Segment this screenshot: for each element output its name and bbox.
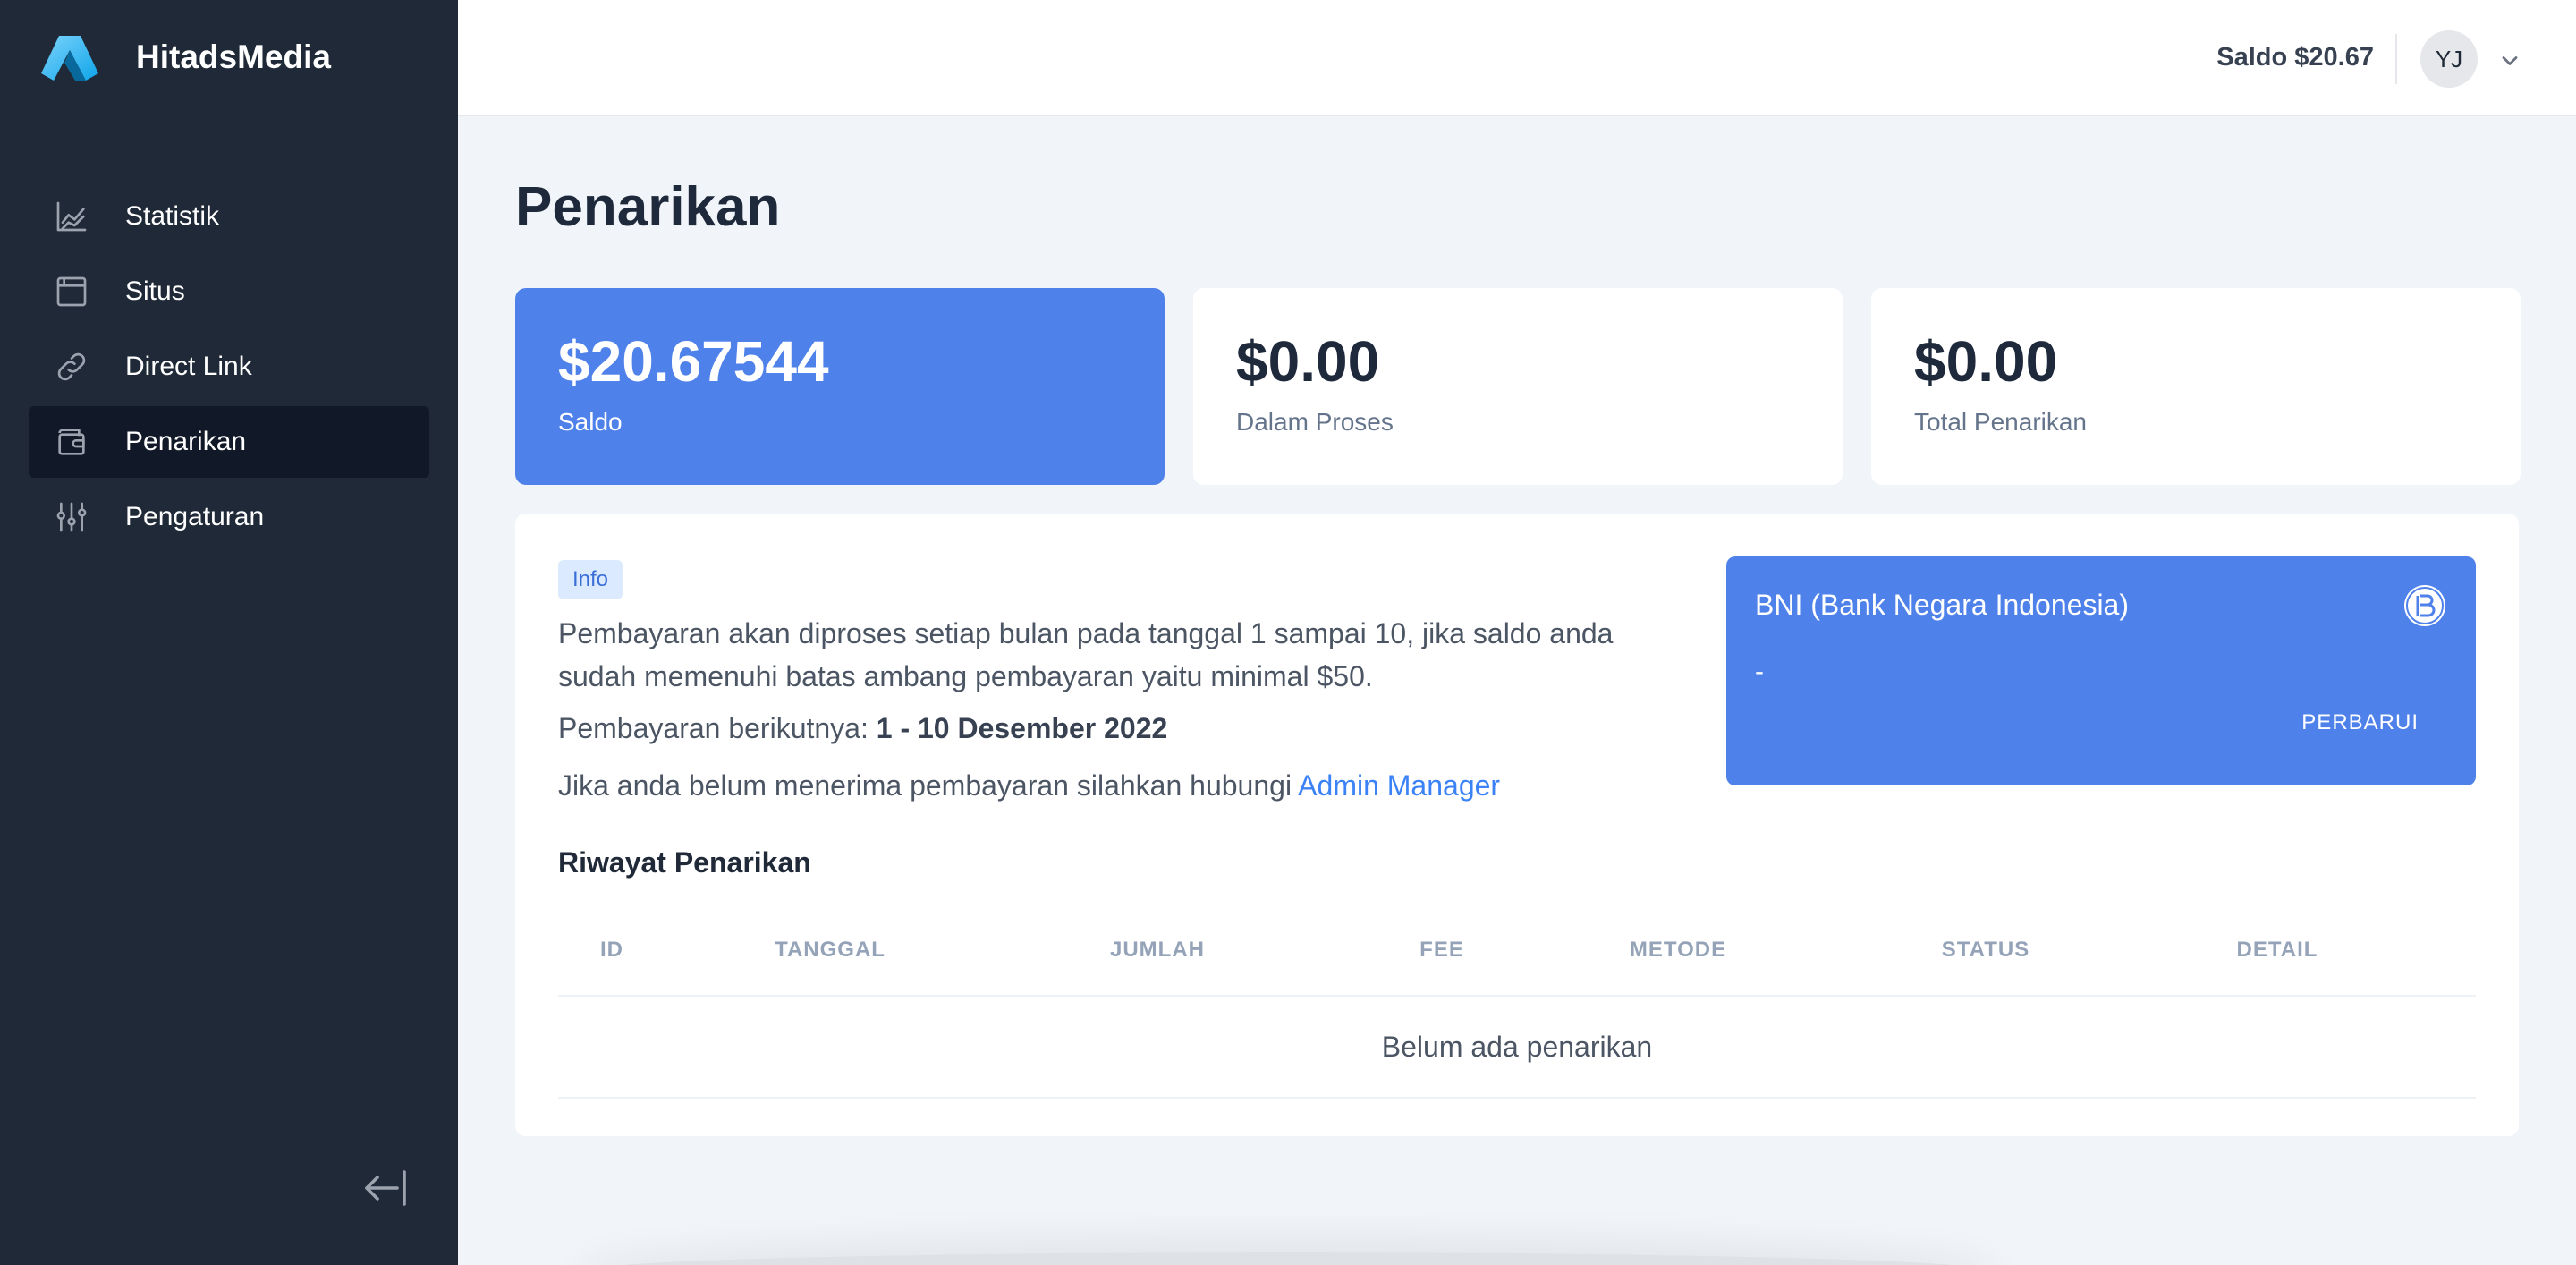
sidebar-item-label: Pengaturan [125, 502, 265, 531]
header-balance: Saldo $20.67 [2216, 43, 2374, 72]
sidebar-collapse-button[interactable] [361, 1167, 408, 1210]
sidebar-item-label: Penarikan [125, 427, 247, 456]
column-header-detail: DETAIL [2236, 938, 2318, 962]
column-header-jumlah: JUMLAH [1110, 938, 1205, 962]
stat-value: $0.00 [1236, 329, 1380, 394]
stat-card-saldo: $20.67544 Saldo [515, 288, 1165, 485]
column-header-id: ID [600, 938, 623, 962]
brand-name: HitadsMedia [136, 38, 331, 75]
stat-value: $0.00 [1914, 329, 2058, 394]
sidebar-item-label: Direct Link [125, 352, 252, 381]
stat-label: Saldo [558, 408, 623, 436]
sidebar-item-label: Situs [125, 276, 185, 306]
stat-value: $20.67544 [558, 329, 829, 394]
history-table: ID TANGGAL JUMLAH FEE METODE STATUS DETA… [558, 904, 2476, 1099]
next-payment-value: 1 - 10 Desember 2022 [876, 712, 1168, 744]
history-title: Riwayat Penarikan [558, 846, 811, 879]
brand[interactable]: HitadsMedia [39, 30, 331, 84]
arrow-left-bar-icon [365, 1170, 406, 1206]
sidebar-item-direct-link[interactable]: Direct Link [29, 331, 429, 403]
sidebar-item-situs[interactable]: Situs [29, 256, 429, 327]
stat-card-dalam-proses: $0.00 Dalam Proses [1193, 288, 1843, 485]
stat-card-total-penarikan: $0.00 Total Penarikan [1871, 288, 2521, 485]
bank-name: BNI (Bank Negara Indonesia) [1755, 589, 2129, 621]
chart-line-icon [54, 199, 89, 234]
update-bank-button[interactable]: PERBARUI [2301, 710, 2419, 735]
column-header-status: STATUS [1941, 938, 2030, 962]
sidebar-item-penarikan[interactable]: Penarikan [29, 406, 429, 478]
info-badge: Info [558, 560, 623, 599]
top-header: Saldo $20.67 YJ [458, 0, 2576, 116]
page-title: Penarikan [515, 176, 781, 238]
hitadsmedia-logo-icon [41, 36, 98, 81]
next-payment-label: Pembayaran berikutnya: [558, 712, 877, 744]
bottom-shadow [590, 1252, 1986, 1265]
sidebar-nav: Statistik Situs Direct Link Penarikan Pe… [29, 181, 429, 556]
withdrawal-panel: Info Pembayaran akan diproses setiap bul… [515, 514, 2519, 1136]
avatar[interactable]: YJ [2420, 30, 2478, 88]
sidebar: HitadsMedia Statistik Situs Direct Link … [0, 0, 458, 1265]
header-divider [2395, 34, 2397, 84]
sidebar-item-pengaturan[interactable]: Pengaturan [29, 481, 429, 553]
chevron-down-icon[interactable] [2497, 48, 2522, 73]
column-header-tanggal: TANGGAL [775, 938, 886, 962]
link-icon [54, 349, 89, 385]
column-header-fee: FEE [1419, 938, 1464, 962]
bank-account: - [1755, 657, 1764, 686]
next-payment: Pembayaran berikutnya: 1 - 10 Desember 2… [558, 712, 1167, 745]
info-text: Pembayaran akan diproses setiap bulan pa… [558, 617, 1614, 692]
admin-manager-link[interactable]: Admin Manager [1298, 769, 1500, 802]
browser-window-icon [54, 274, 89, 310]
empty-state-row: Belum ada penarikan [558, 997, 2476, 1099]
column-header-metode: METODE [1629, 938, 1727, 962]
contact-info: Jika anda belum menerima pembayaran sila… [558, 769, 1500, 802]
sidebar-item-statistik[interactable]: Statistik [29, 181, 429, 252]
bank-logo-icon [2404, 585, 2445, 626]
stat-label: Dalam Proses [1236, 408, 1394, 436]
wallet-icon [54, 424, 89, 460]
bank-card: BNI (Bank Negara Indonesia) - PERBARUI [1726, 556, 2476, 785]
contact-text: Jika anda belum menerima pembayaran sila… [558, 769, 1299, 802]
table-header: ID TANGGAL JUMLAH FEE METODE STATUS DETA… [558, 904, 2476, 997]
sidebar-item-label: Statistik [125, 201, 220, 231]
stat-label: Total Penarikan [1914, 408, 2088, 436]
sliders-icon [54, 499, 89, 535]
